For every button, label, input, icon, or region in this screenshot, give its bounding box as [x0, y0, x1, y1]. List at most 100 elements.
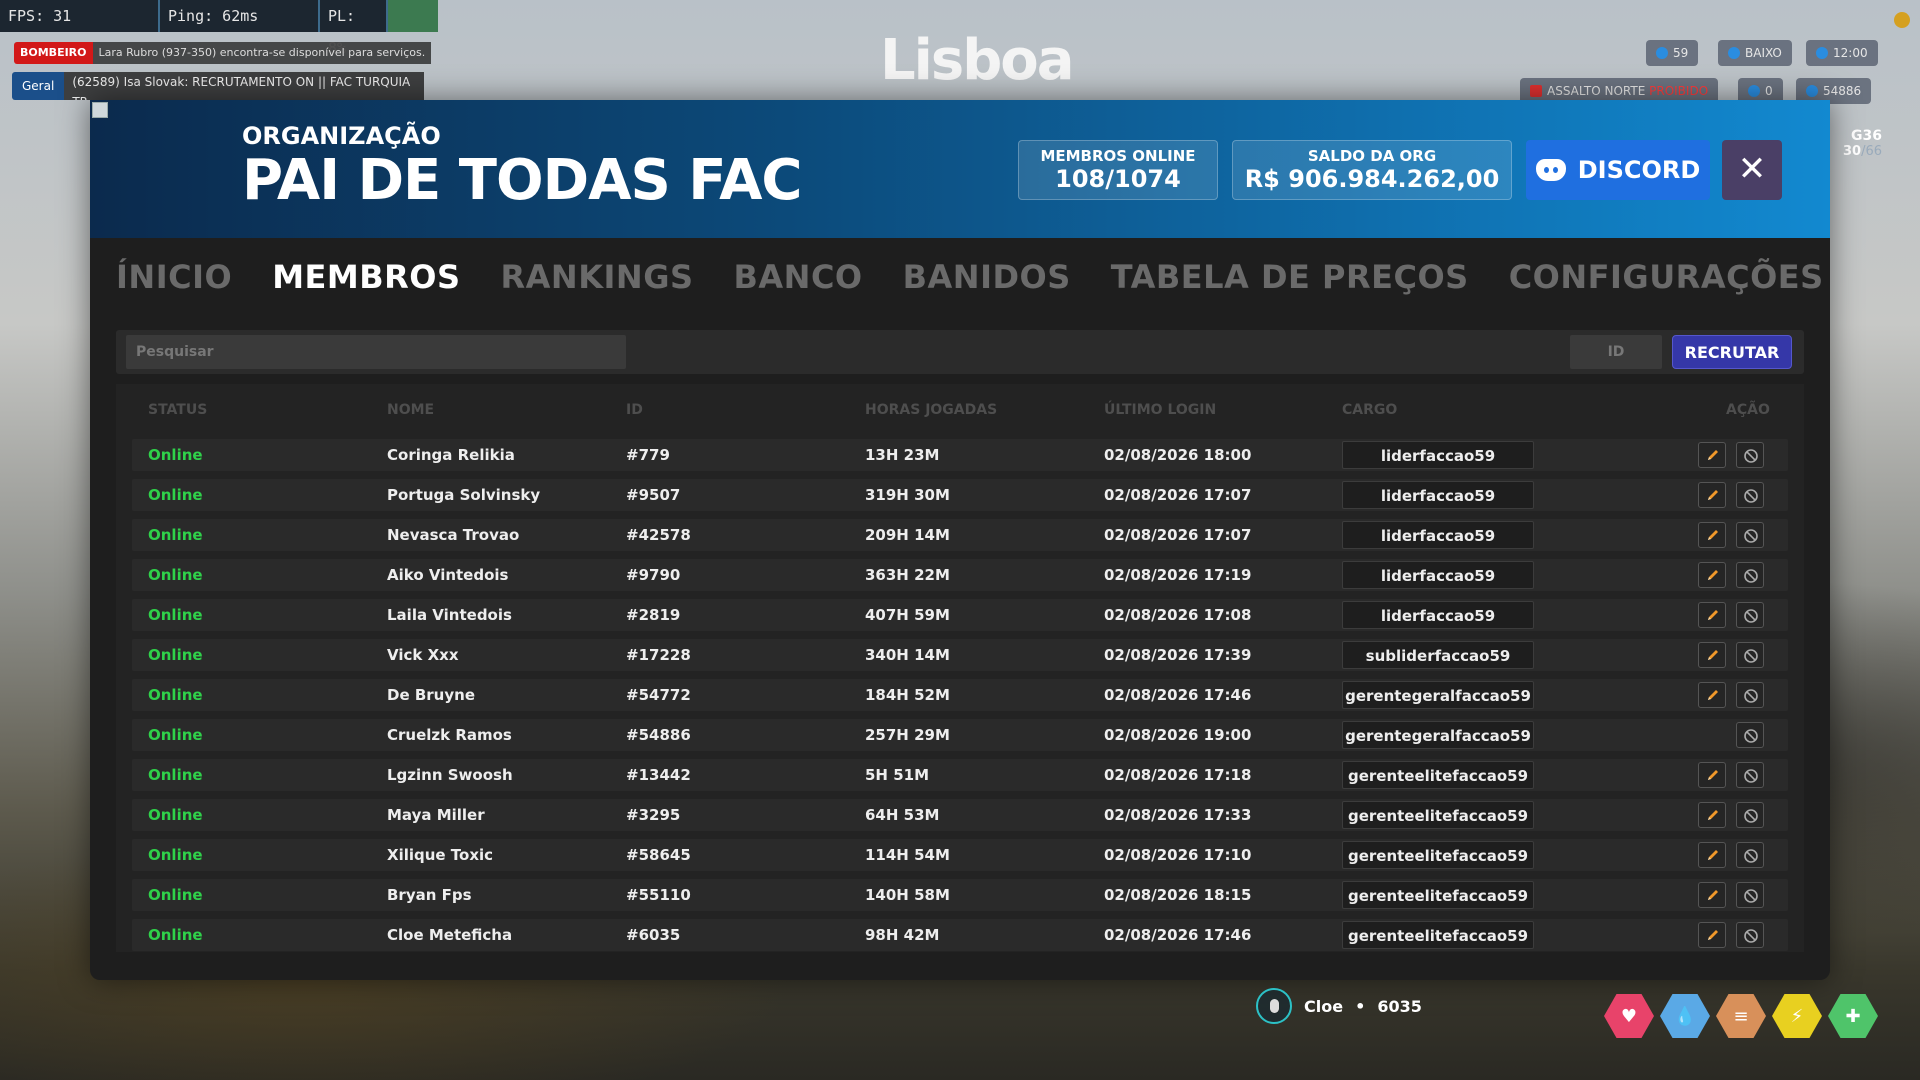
- member-hours: 98H 42M: [865, 926, 940, 944]
- member-cargo[interactable]: gerentegeralfaccao59: [1342, 681, 1534, 709]
- edit-member-button[interactable]: [1698, 762, 1726, 788]
- tab-tabela-de-precos[interactable]: TABELA DE PREÇOS: [1111, 258, 1469, 296]
- member-status: Online: [148, 566, 203, 584]
- chat-channel-tag: Geral: [12, 72, 65, 100]
- edit-member-button[interactable]: [1698, 442, 1726, 468]
- tab-banco[interactable]: BANCO: [734, 258, 863, 296]
- member-name: Lgzinn Swoosh: [387, 766, 513, 784]
- edit-member-button[interactable]: [1698, 922, 1726, 948]
- ban-member-button[interactable]: [1736, 522, 1764, 548]
- ban-icon: [1744, 929, 1758, 943]
- edit-member-button[interactable]: [1698, 482, 1726, 508]
- ban-member-button[interactable]: [1736, 722, 1764, 748]
- recruit-button[interactable]: RECRUTAR: [1672, 335, 1792, 369]
- tab-membros[interactable]: MEMBROS: [272, 258, 460, 296]
- header-name: NOME: [387, 402, 435, 418]
- edit-member-button[interactable]: [1698, 602, 1726, 628]
- ban-member-button[interactable]: [1736, 562, 1764, 588]
- member-status: Online: [148, 646, 203, 664]
- discord-icon: [1535, 159, 1566, 181]
- member-cargo[interactable]: liderfaccao59: [1342, 601, 1534, 629]
- member-cargo[interactable]: gerentegeralfaccao59: [1342, 721, 1534, 749]
- edit-member-button[interactable]: [1698, 882, 1726, 908]
- pencil-icon: [1708, 930, 1718, 940]
- member-last-login: 02/08/2026 17:08: [1104, 606, 1252, 624]
- member-id: #54772: [626, 686, 691, 704]
- member-id: #13442: [626, 766, 691, 784]
- member-id: #54886: [626, 726, 691, 744]
- search-input[interactable]: [126, 335, 626, 369]
- close-button[interactable]: ✕: [1722, 140, 1782, 200]
- tab-configuracoes[interactable]: CONFIGURAÇÕES: [1509, 258, 1824, 296]
- member-status: Online: [148, 526, 203, 544]
- tab-banidos[interactable]: BANIDOS: [903, 258, 1071, 296]
- member-last-login: 02/08/2026 17:33: [1104, 806, 1252, 824]
- member-last-login: 02/08/2026 17:39: [1104, 646, 1252, 664]
- ban-member-button[interactable]: [1736, 802, 1764, 828]
- discord-button[interactable]: DISCORD: [1526, 140, 1710, 200]
- member-cargo[interactable]: subliderfaccao59: [1342, 641, 1534, 669]
- ban-member-button[interactable]: [1736, 642, 1764, 668]
- table-row: Online Vick Xxx #17228 340H 14M 02/08/2026 1…: [132, 639, 1788, 671]
- ban-member-button[interactable]: [1736, 602, 1764, 628]
- table-row: Online Xilique Toxic #58645 114H 54M 02/08/2…: [132, 839, 1788, 871]
- edit-member-button[interactable]: [1698, 522, 1726, 548]
- player-id: 6035: [1377, 996, 1422, 1016]
- ban-member-button[interactable]: [1736, 762, 1764, 788]
- edit-member-button[interactable]: [1698, 642, 1726, 668]
- players-icon: [1656, 47, 1668, 59]
- player-name: Cloe: [1304, 996, 1344, 1016]
- member-name: Nevasca Trovao: [387, 526, 520, 544]
- weapon-code: G36: [1851, 128, 1882, 144]
- member-id: #6035: [626, 926, 681, 944]
- member-cargo[interactable]: gerenteelitefaccao59: [1342, 881, 1534, 909]
- member-id: #2819: [626, 606, 681, 624]
- member-status: Online: [148, 886, 203, 904]
- member-cargo[interactable]: liderfaccao59: [1342, 521, 1534, 549]
- member-last-login: 02/08/2026 17:10: [1104, 846, 1252, 864]
- food-icon: ≡: [1716, 994, 1766, 1038]
- table-header: STATUS NOME ID HORAS JOGADAS ÚLTIMO LOGI…: [116, 402, 1804, 422]
- member-cargo[interactable]: gerenteelitefaccao59: [1342, 841, 1534, 869]
- ban-member-button[interactable]: [1736, 842, 1764, 868]
- service-notice: BOMBEIRO Lara Rubro (937-350) encontra-s…: [14, 42, 432, 64]
- member-hours: 363H 22M: [865, 566, 950, 584]
- ban-member-button[interactable]: [1736, 922, 1764, 948]
- ban-member-button[interactable]: [1736, 682, 1764, 708]
- pencil-icon: [1708, 810, 1718, 820]
- ban-member-button[interactable]: [1736, 882, 1764, 908]
- tab-rankings[interactable]: RANKINGS: [501, 258, 694, 296]
- ping-counter: Ping: 62ms: [160, 0, 320, 32]
- member-cargo[interactable]: gerenteelitefaccao59: [1342, 921, 1534, 949]
- edit-member-button[interactable]: [1698, 802, 1726, 828]
- edit-member-button[interactable]: [1698, 842, 1726, 868]
- recruit-id-input[interactable]: ID: [1570, 335, 1662, 369]
- member-name: Portuga Solvinsky: [387, 486, 541, 504]
- member-hours: 5H 51M: [865, 766, 930, 784]
- member-cargo[interactable]: liderfaccao59: [1342, 481, 1534, 509]
- chat-line: Geral (62589) Isa Slovak: RECRUTAMENTO O…: [12, 72, 425, 100]
- ban-icon: [1744, 489, 1758, 503]
- edit-member-button[interactable]: [1698, 682, 1726, 708]
- ban-member-button[interactable]: [1736, 442, 1764, 468]
- edit-member-button[interactable]: [1698, 562, 1726, 588]
- table-row: Online Coringa Relikia #779 13H 23M 02/08/20…: [132, 439, 1788, 471]
- ban-member-button[interactable]: [1736, 482, 1764, 508]
- member-id: #3295: [626, 806, 681, 824]
- member-cargo[interactable]: gerenteelitefaccao59: [1342, 761, 1534, 789]
- header-status: STATUS: [148, 402, 208, 418]
- heart-icon: ♥: [1604, 994, 1654, 1038]
- performance-bar: FPS: 31 Ping: 62ms PL: 8%: [0, 0, 438, 57]
- table-row: Online Nevasca Trovao #42578 209H 14M 02/08/…: [132, 519, 1788, 551]
- ban-icon: [1744, 689, 1758, 703]
- member-cargo[interactable]: liderfaccao59: [1342, 561, 1534, 589]
- member-hours: 407H 59M: [865, 606, 950, 624]
- clock-icon: [1816, 47, 1828, 59]
- member-cargo[interactable]: liderfaccao59: [1342, 441, 1534, 469]
- members-toolbar: ID RECRUTAR: [116, 330, 1804, 374]
- coin-icon: [1894, 12, 1910, 28]
- member-last-login: 02/08/2026 17:46: [1104, 686, 1252, 704]
- member-last-login: 02/08/2026 17:18: [1104, 766, 1252, 784]
- tab-inicio[interactable]: ÍNICIO: [116, 258, 232, 296]
- member-cargo[interactable]: gerenteelitefaccao59: [1342, 801, 1534, 829]
